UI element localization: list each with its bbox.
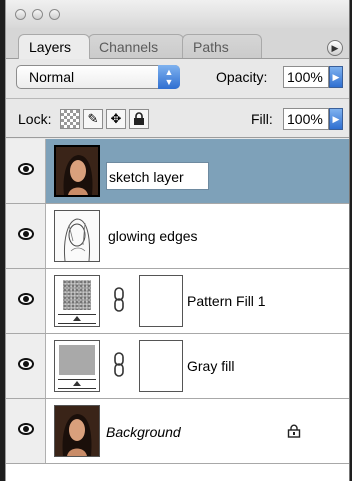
title-bar <box>6 0 349 28</box>
fill-value: 100% <box>287 111 323 127</box>
opacity-value: 100% <box>287 69 323 85</box>
visibility-toggle[interactable] <box>6 334 46 398</box>
tab-layers-label: Layers <box>29 39 72 55</box>
play-arrow-icon: ▶ <box>331 43 339 53</box>
zoom-window-button[interactable] <box>49 9 60 20</box>
layer-name: Pattern Fill 1 <box>187 293 266 309</box>
blend-mode-select[interactable]: Normal ▲ ▼ <box>16 65 180 89</box>
pattern-swatch <box>63 280 91 310</box>
link-chain-icon[interactable] <box>113 287 125 313</box>
portrait-thumbnail-image <box>56 147 98 195</box>
panel-tabs: Layers Channels Paths ▶ <box>6 28 349 59</box>
opacity-field[interactable]: 100% <box>283 66 329 88</box>
gray-swatch <box>59 345 95 375</box>
opacity-label: Opacity: <box>216 69 268 85</box>
tab-paths[interactable]: Paths <box>182 34 262 58</box>
layer-row-glowing-edges[interactable]: glowing edges <box>6 204 349 269</box>
link-chain-icon[interactable] <box>113 352 125 378</box>
tab-paths-label: Paths <box>193 39 229 55</box>
fill-layer-badge-icon <box>58 314 96 324</box>
brush-icon: ✎ <box>87 111 99 126</box>
select-arrows-icon: ▲ ▼ <box>158 65 180 89</box>
layer-mask-thumbnail[interactable] <box>139 340 183 392</box>
play-arrow-icon: ▶ <box>332 72 340 82</box>
lock-pixels-button[interactable]: ✎ <box>83 109 103 129</box>
fill-label: Fill: <box>251 111 273 127</box>
layer-row-pattern-fill-1[interactable]: Pattern Fill 1 <box>6 269 349 334</box>
move-icon: ✥ <box>110 111 122 126</box>
lock-fill-row: Lock: ✎ ✥ Fill: 100% ▶ <box>6 98 349 138</box>
layers-list: sketch layer glowing edges Pattern Fill … <box>6 139 349 481</box>
visibility-toggle[interactable] <box>6 139 46 203</box>
layer-thumbnail <box>54 210 100 262</box>
tab-channels[interactable]: Channels <box>88 34 184 58</box>
layer-row-sketch-layer[interactable]: sketch layer <box>6 139 349 204</box>
layer-row-background[interactable]: Background <box>6 399 349 464</box>
layer-mask-thumbnail[interactable] <box>139 275 183 327</box>
lock-position-button[interactable]: ✥ <box>106 109 126 129</box>
visibility-toggle[interactable] <box>6 399 46 463</box>
fill-slider-button[interactable]: ▶ <box>329 108 343 130</box>
layer-thumbnail <box>54 405 100 457</box>
padlock-icon <box>287 424 301 438</box>
panel-menu-button[interactable]: ▶ <box>327 40 343 56</box>
play-arrow-icon: ▶ <box>332 114 340 124</box>
sketch-thumbnail-image <box>55 211 99 261</box>
padlock-icon <box>134 112 144 125</box>
layer-thumbnail <box>54 145 100 197</box>
layer-name-field[interactable]: sketch layer <box>106 162 209 190</box>
fill-layer-badge-icon <box>58 379 96 389</box>
eye-icon <box>18 228 34 240</box>
fill-layer-thumbnail <box>54 275 100 327</box>
tab-channels-label: Channels <box>99 39 159 55</box>
lock-all-button[interactable] <box>129 109 149 129</box>
layer-name: Gray fill <box>187 358 235 374</box>
eye-icon <box>18 423 34 435</box>
visibility-toggle[interactable] <box>6 204 46 268</box>
lock-transparency-button[interactable] <box>60 109 80 129</box>
eye-icon <box>18 163 34 175</box>
blend-mode-value: Normal <box>29 69 75 85</box>
layers-panel: Layers Channels Paths ▶ Normal ▲ ▼ Opacit… <box>5 0 350 481</box>
minimize-window-button[interactable] <box>32 9 43 20</box>
eye-icon <box>18 358 34 370</box>
tab-layers[interactable]: Layers <box>18 34 90 59</box>
opacity-slider-button[interactable]: ▶ <box>329 66 343 88</box>
eye-icon <box>18 293 34 305</box>
layer-name: Background <box>106 424 181 440</box>
close-window-button[interactable] <box>15 9 26 20</box>
lock-label: Lock: <box>18 111 52 127</box>
visibility-toggle[interactable] <box>6 269 46 333</box>
portrait-thumbnail-image <box>55 406 99 456</box>
blend-opacity-row: Normal ▲ ▼ Opacity: 100% ▶ <box>6 59 349 97</box>
fill-field[interactable]: 100% <box>283 108 329 130</box>
layer-row-gray-fill[interactable]: Gray fill <box>6 334 349 399</box>
layer-name: glowing edges <box>108 228 198 244</box>
fill-layer-thumbnail <box>54 340 100 392</box>
